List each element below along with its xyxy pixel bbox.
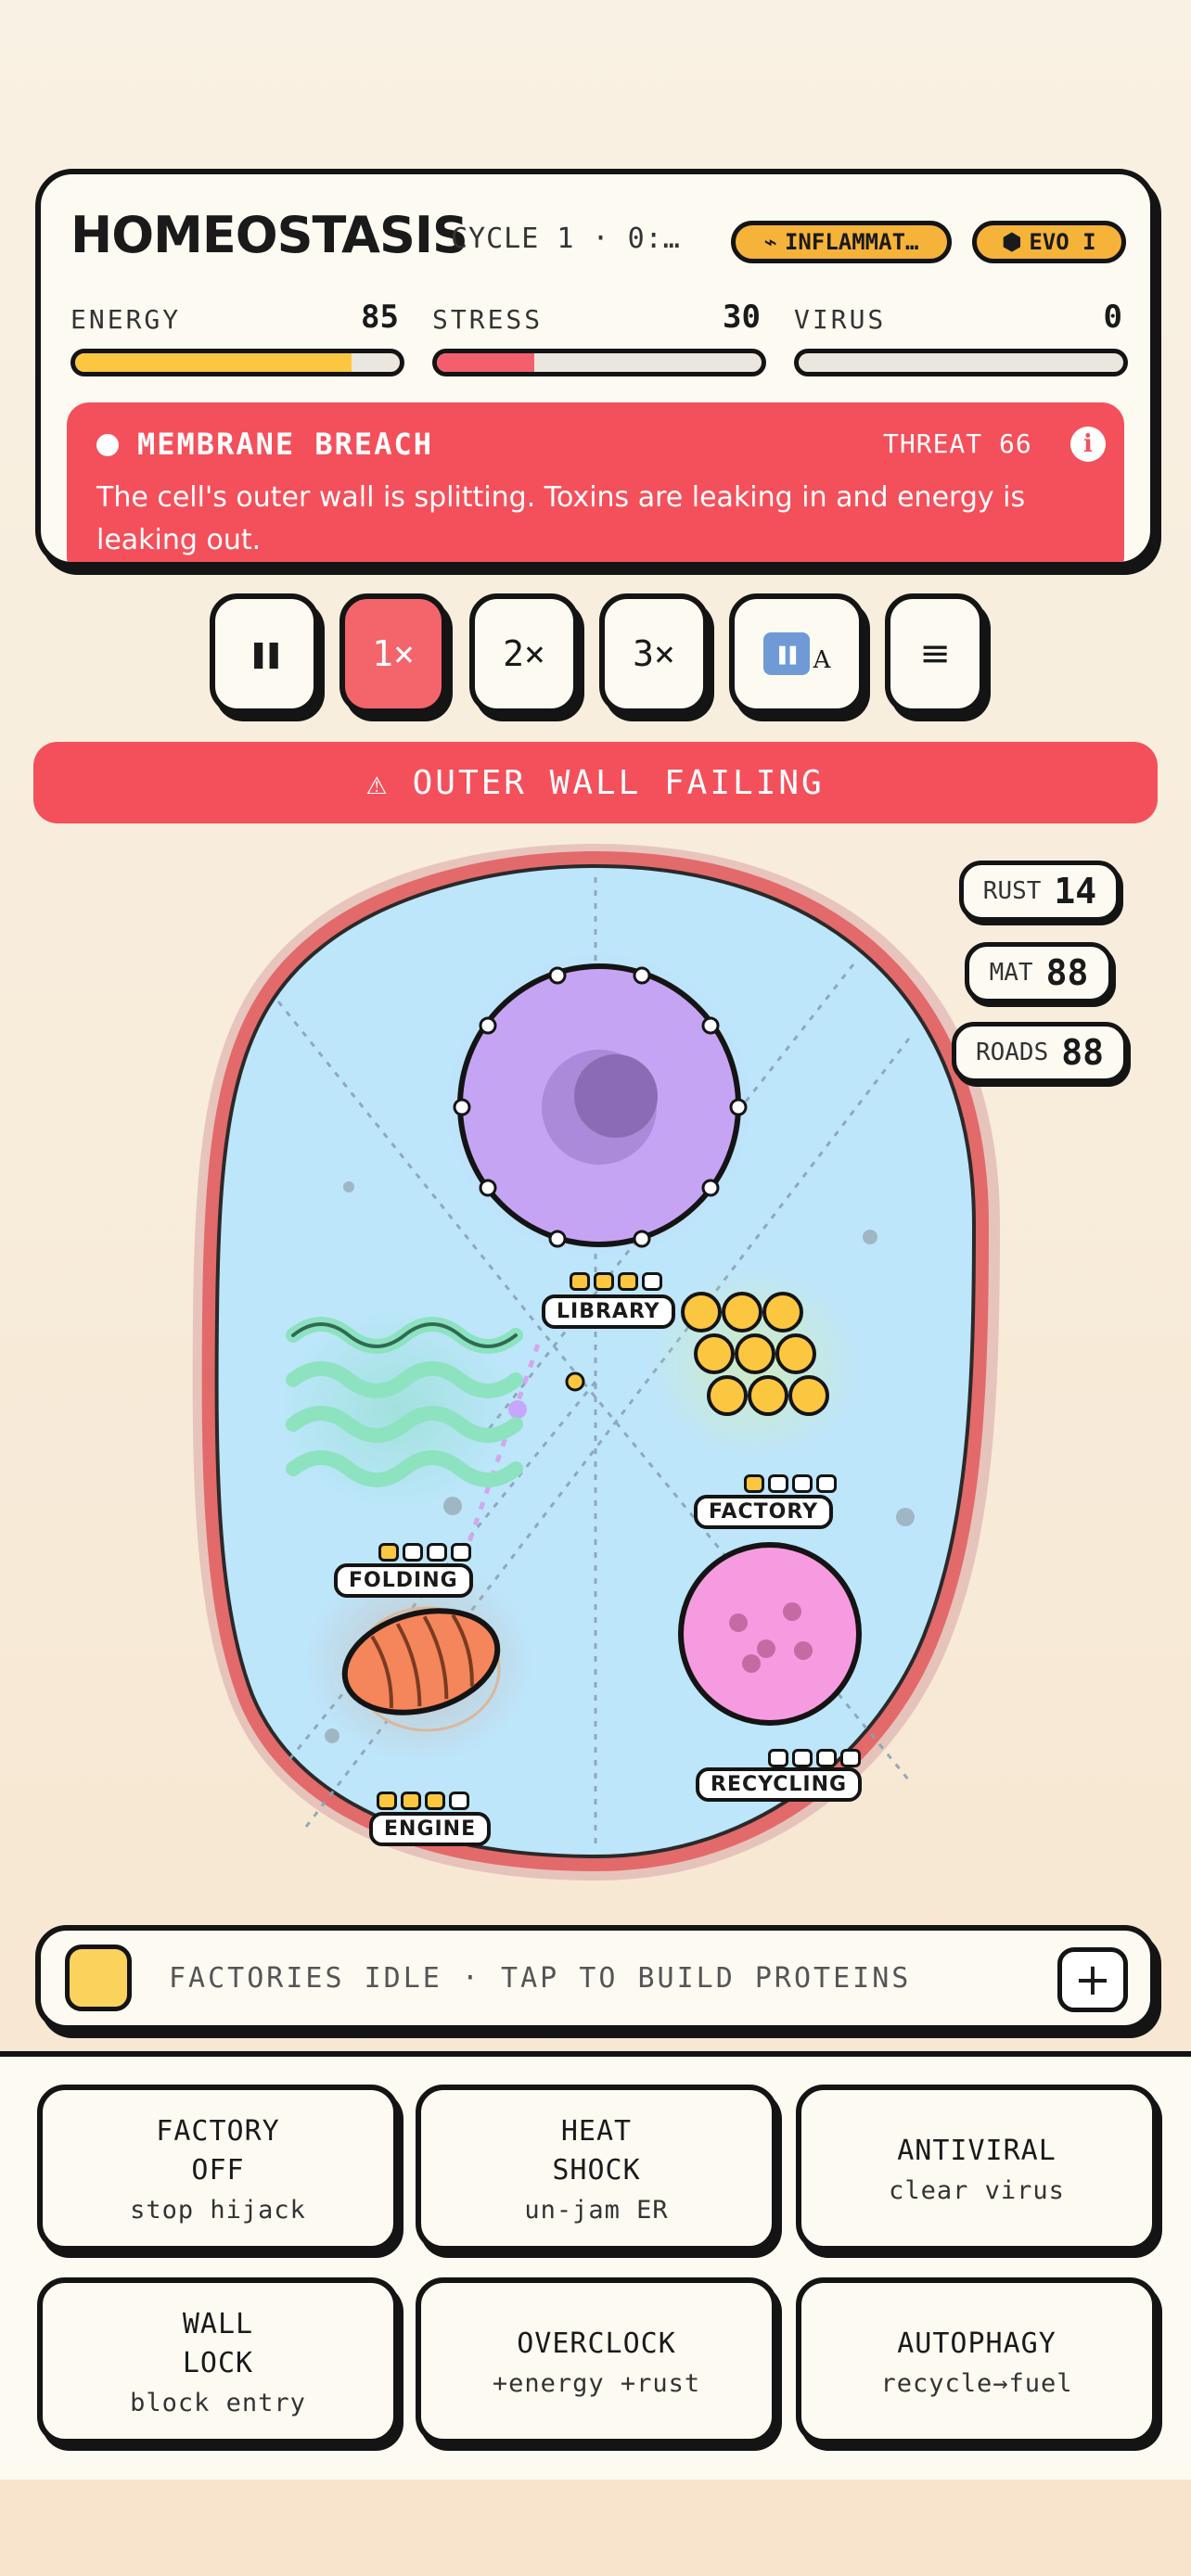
auto-pause-icon: ❚❚ [762, 632, 810, 675]
level-pip [377, 1792, 397, 1810]
autophagy-button[interactable]: AUTOPHAGY recycle→fuel [796, 2277, 1158, 2444]
virus-value: 0 [1103, 299, 1122, 336]
level-pip [792, 1749, 813, 1767]
lysosome[interactable] [678, 1542, 862, 1726]
material-value: 88 [1045, 952, 1089, 993]
level-pip [570, 1272, 590, 1291]
energy-bar-fill [75, 353, 352, 372]
roads-counter: ROADS 88 [952, 1022, 1128, 1083]
level-pip [744, 1474, 764, 1493]
game-title: HOMEOSTASIS [70, 206, 468, 264]
folding-label[interactable]: FOLDING [334, 1563, 473, 1598]
wall-lock-button[interactable]: WALL LOCK block entry [37, 2277, 399, 2444]
engine-level-pips [377, 1792, 469, 1810]
info-icon[interactable]: i [1070, 427, 1106, 462]
add-protein-button[interactable]: + [1057, 1947, 1128, 2012]
stress-label: STRESS [432, 304, 544, 335]
folding-level-pips [378, 1543, 471, 1562]
engine-label[interactable]: ENGINE [369, 1812, 492, 1846]
energy-value: 85 [361, 299, 399, 336]
stress-value: 30 [723, 299, 761, 336]
auto-pause-button[interactable]: ❚❚ A [729, 593, 864, 714]
menu-button[interactable]: ≡ [885, 593, 985, 714]
factory-label[interactable]: FACTORY [694, 1495, 834, 1529]
level-pip [816, 1474, 837, 1493]
factory-level-pips [744, 1474, 837, 1493]
stress-bar [432, 349, 766, 376]
level-pip [449, 1792, 469, 1810]
level-pip [401, 1792, 421, 1810]
threat-level: THREAT 66 [883, 428, 1032, 459]
level-pip [403, 1543, 423, 1562]
atp-particle [565, 1371, 585, 1392]
rust-label: RUST [982, 877, 1042, 905]
level-pip [451, 1543, 471, 1562]
menu-icon: ≡ [919, 632, 951, 675]
antiviral-button[interactable]: ANTIVIRAL clear virus [796, 2085, 1158, 2251]
level-pip [840, 1749, 861, 1767]
heat-shock-button[interactable]: HEAT SHOCK un-jam ER [416, 2085, 777, 2251]
level-pip [594, 1272, 614, 1291]
roads-value: 88 [1061, 1032, 1105, 1073]
level-pip [768, 1749, 788, 1767]
factory-off-button[interactable]: FACTORY OFF stop hijack [37, 2085, 399, 2251]
speed-2x-button[interactable]: 2× [469, 593, 579, 714]
rust-counter: RUST 14 [959, 861, 1121, 922]
recycling-level-pips [768, 1749, 861, 1767]
level-pip [792, 1474, 813, 1493]
level-pip [816, 1749, 837, 1767]
level-pip [425, 1792, 445, 1810]
virus-bar [794, 349, 1128, 376]
cycle-timer: CYCLE 1 · 0:… [451, 223, 681, 255]
alert-dot-icon [96, 434, 119, 456]
actions-panel: FACTORY OFF stop hijack HEAT SHOCK un-ja… [0, 2051, 1191, 2480]
material-label: MAT [989, 959, 1033, 987]
level-pip [427, 1543, 447, 1562]
material-counter: MAT 88 [965, 942, 1113, 1003]
rust-value: 14 [1054, 871, 1097, 912]
library-level-pips [570, 1272, 662, 1291]
recycling-label[interactable]: RECYCLING [696, 1767, 863, 1802]
protein-queue[interactable]: FACTORIES IDLE · TAP TO BUILD PROTEINS + [35, 1925, 1156, 2031]
alert-description: The cell's outer wall is splitting. Toxi… [96, 481, 1026, 556]
level-pip [618, 1272, 638, 1291]
pause-icon: ❚❚ [249, 635, 284, 672]
stress-bar-fill [437, 353, 534, 372]
level-pip [768, 1474, 788, 1493]
energy-label: ENERGY [70, 304, 182, 335]
status-panel: HOMEOSTASIS CYCLE 1 · 0:… ⌁ INFLAMMAT… ⬢… [35, 169, 1156, 567]
auto-label: A [813, 646, 831, 674]
protein-swatch [65, 1945, 132, 2011]
evolution-badge[interactable]: ⬢ EVO I [972, 221, 1126, 263]
energy-bar [70, 349, 404, 376]
threat-alert[interactable]: MEMBRANE BREACH THREAT 66 i The cell's o… [67, 402, 1124, 562]
speed-1x-button[interactable]: 1× [339, 593, 447, 714]
pause-button[interactable]: ❚❚ [210, 593, 319, 714]
library-label[interactable]: LIBRARY [542, 1294, 675, 1329]
alert-title: MEMBRANE BREACH [137, 427, 433, 462]
inflammation-badge[interactable]: ⌁ INFLAMMAT… [731, 221, 952, 263]
roads-label: ROADS [975, 1039, 1049, 1066]
level-pip [642, 1272, 662, 1291]
virus-label: VIRUS [794, 304, 887, 335]
level-pip [378, 1543, 399, 1562]
nucleolus [574, 1054, 658, 1138]
wall-failing-banner: ⚠ OUTER WALL FAILING [33, 742, 1158, 823]
overclock-button[interactable]: OVERCLOCK +energy +rust [416, 2277, 777, 2444]
hexagon-icon: ⬢ [1002, 229, 1022, 255]
speed-3x-button[interactable]: 3× [599, 593, 709, 714]
lightning-icon: ⌁ [763, 229, 777, 255]
protein-status: FACTORIES IDLE · TAP TO BUILD PROTEINS [169, 1961, 912, 1995]
